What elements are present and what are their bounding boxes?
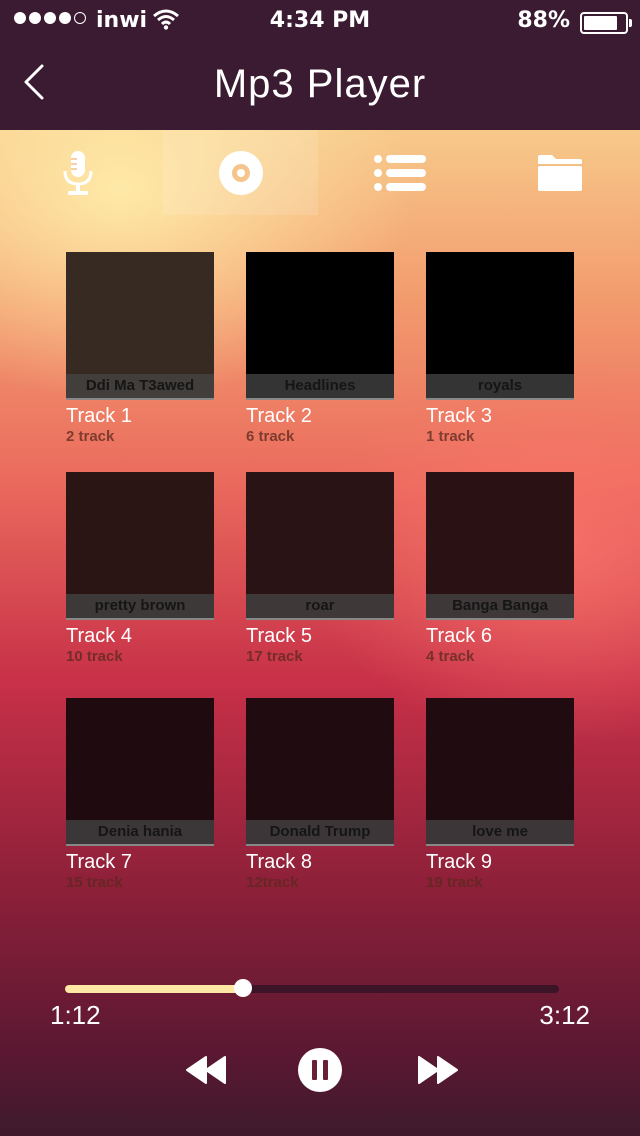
tab-folders[interactable]: [482, 130, 637, 215]
fast-forward-icon: [418, 1056, 458, 1084]
album-track-count: 6 track: [246, 428, 295, 445]
navigation-bar: inwi 4:34 PM 88% Mp3 Player: [0, 0, 640, 130]
album-card[interactable]: Donald Trump Track 8 12track: [246, 698, 394, 892]
category-tabs: [0, 130, 640, 215]
battery-percentage: 88%: [517, 8, 570, 33]
album-track-count: 10 track: [66, 648, 123, 665]
album-card[interactable]: Headlines Track 26 track: [246, 252, 394, 446]
album-card[interactable]: Banga Banga Track 64 track: [426, 472, 574, 666]
album-name: Track 9: [426, 851, 492, 873]
album-track-count: 19 track: [426, 874, 483, 891]
album-track-count: 2 track: [66, 428, 115, 445]
album-cover-label: love me: [426, 820, 574, 846]
disc-icon: [218, 150, 263, 195]
album-card[interactable]: royals Track 31 track: [426, 252, 574, 446]
album-cover[interactable]: Headlines: [246, 252, 394, 400]
album-cover[interactable]: Banga Banga: [426, 472, 574, 620]
album-track-count: 12track: [246, 874, 299, 891]
album-name: Track 2: [246, 405, 312, 427]
rewind-icon: [186, 1056, 226, 1084]
album-track-count: 4 track: [426, 648, 475, 665]
album-card[interactable]: Denia hania Track 7 15 track: [66, 698, 214, 892]
tab-albums[interactable]: [163, 130, 318, 215]
album-track-count: 15 track: [66, 874, 123, 891]
album-card[interactable]: Ddi Ma T3awed Track 12 track: [66, 252, 214, 446]
tab-microphone[interactable]: [0, 130, 155, 215]
album-name: Track 1: [66, 405, 132, 427]
pause-button[interactable]: [296, 1046, 344, 1094]
album-cover[interactable]: Denia hania: [66, 698, 214, 846]
album-cover-label: Banga Banga: [426, 594, 574, 620]
album-name: Track 7: [66, 851, 132, 873]
tab-playlist[interactable]: [322, 130, 477, 215]
album-name: Track 6: [426, 625, 492, 647]
album-cover-label: Headlines: [246, 374, 394, 400]
pause-icon: [298, 1048, 342, 1092]
album-name: Track 4: [66, 625, 132, 647]
album-card[interactable]: pretty brown Track 4 10 track: [66, 472, 214, 666]
progress-knob[interactable]: [233, 979, 252, 997]
album-cover-label: Donald Trump: [246, 820, 394, 846]
album-card[interactable]: love me Track 9 19 track: [426, 698, 574, 892]
album-cover[interactable]: Donald Trump: [246, 698, 394, 846]
album-track-count: 17 track: [246, 648, 303, 665]
fast-forward-button[interactable]: [414, 1048, 462, 1092]
album-cover[interactable]: Ddi Ma T3awed: [66, 252, 214, 400]
folder-icon: [537, 154, 582, 191]
album-name: Track 3: [426, 405, 492, 427]
microphone-icon: [63, 150, 92, 195]
battery-icon: [580, 12, 632, 34]
album-cover[interactable]: roar: [246, 472, 394, 620]
progress-slider[interactable]: [65, 979, 559, 997]
album-cover[interactable]: royals: [426, 252, 574, 400]
album-name: Track 5: [246, 625, 312, 647]
album-track-count: 1 track: [426, 428, 475, 445]
album-cover-label: Denia hania: [66, 820, 214, 846]
page-title: Mp3 Player: [213, 62, 427, 106]
elapsed-time: 1:12: [50, 1000, 101, 1030]
album-name: Track 8: [246, 851, 312, 873]
album-cover-label: pretty brown: [66, 594, 214, 620]
album-cover-label: roar: [246, 594, 394, 620]
album-cover-label: Ddi Ma T3awed: [66, 374, 214, 400]
album-cover[interactable]: pretty brown: [66, 472, 214, 620]
album-card[interactable]: roar Track 5 17 track: [246, 472, 394, 666]
list-icon: [373, 154, 426, 191]
total-time: 3:12: [539, 1000, 590, 1030]
album-cover-label: royals: [426, 374, 574, 400]
rewind-button[interactable]: [182, 1048, 230, 1092]
album-cover[interactable]: love me: [426, 698, 574, 846]
progress-played: [65, 985, 243, 993]
